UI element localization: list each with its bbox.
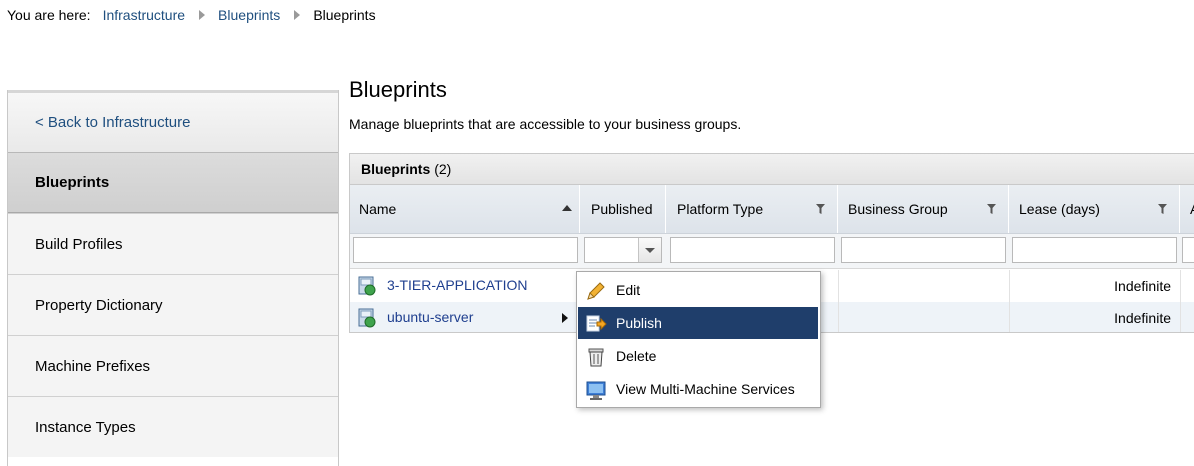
column-header-business-group[interactable]: Business Group xyxy=(839,185,1009,233)
column-header-platform-type-label: Platform Type xyxy=(677,201,764,217)
filter-icon[interactable] xyxy=(987,204,996,214)
chevron-down-icon[interactable] xyxy=(638,238,661,262)
sort-ascending-icon[interactable] xyxy=(562,205,572,211)
column-header-name[interactable]: Name xyxy=(350,185,580,233)
breadcrumb-prefix: You are here: xyxy=(7,7,91,23)
cell-divider xyxy=(1180,302,1181,332)
menu-item-label: View Multi-Machine Services xyxy=(616,381,795,397)
sidebar: < Back to Infrastructure Blueprints Buil… xyxy=(7,90,339,466)
pencil-icon xyxy=(587,282,605,300)
filter-icon[interactable] xyxy=(1158,204,1167,214)
trash-icon xyxy=(588,348,604,367)
grid-title: Blueprints xyxy=(361,161,431,177)
lease-value: Indefinite xyxy=(1114,278,1171,294)
column-header-platform-type[interactable]: Platform Type xyxy=(668,185,838,233)
cell-divider xyxy=(838,302,839,332)
cell-divider xyxy=(1180,270,1181,302)
breadcrumb: You are here: Infrastructure Blueprints … xyxy=(7,7,376,23)
submenu-arrow-icon[interactable] xyxy=(562,313,568,323)
sidebar-item-machine-prefixes[interactable]: Machine Prefixes xyxy=(8,335,338,396)
breadcrumb-current: Blueprints xyxy=(313,7,376,23)
cell-divider xyxy=(1009,302,1010,332)
lease-value: Indefinite xyxy=(1114,310,1171,326)
publish-icon xyxy=(586,315,607,332)
menu-item-edit[interactable]: Edit xyxy=(578,274,818,306)
page-title: Blueprints xyxy=(349,77,447,102)
truncated-filter-input[interactable] xyxy=(1182,237,1194,263)
menu-item-label: Edit xyxy=(616,282,641,298)
name-filter-input[interactable] xyxy=(353,237,578,263)
blueprint-name-link[interactable]: ubuntu-server xyxy=(387,309,473,325)
column-header-lease-days[interactable]: Lease (days) xyxy=(1010,185,1180,233)
filter-icon[interactable] xyxy=(816,204,825,214)
sidebar-item-build-profiles[interactable]: Build Profiles xyxy=(8,213,338,274)
sidebar-item-instance-types[interactable]: Instance Types xyxy=(8,396,338,457)
breadcrumb-infrastructure[interactable]: Infrastructure xyxy=(103,7,185,23)
column-header-published[interactable]: Published xyxy=(582,185,666,233)
grid-header: Blueprints (2) xyxy=(350,154,1194,185)
breadcrumb-separator-icon xyxy=(294,10,301,20)
column-header-lease-days-label: Lease (days) xyxy=(1019,201,1100,217)
column-header-row: Name Published Platform Type Business Gr… xyxy=(350,185,1194,234)
blueprint-icon xyxy=(358,276,376,296)
menu-item-delete[interactable]: Delete xyxy=(578,340,818,372)
menu-item-label: Delete xyxy=(616,348,657,364)
column-header-business-group-label: Business Group xyxy=(848,201,948,217)
column-header-published-label: Published xyxy=(591,201,653,217)
published-filter-select[interactable] xyxy=(584,237,662,263)
cell-divider xyxy=(1009,270,1010,302)
business-group-filter-input[interactable] xyxy=(841,237,1006,263)
grid-count: (2) xyxy=(434,161,452,177)
blueprint-name-link[interactable]: 3-TIER-APPLICATION xyxy=(387,277,528,293)
blueprint-icon xyxy=(358,308,376,328)
breadcrumb-blueprints[interactable]: Blueprints xyxy=(218,7,280,23)
lease-days-filter-input[interactable] xyxy=(1012,237,1177,263)
menu-item-label: Publish xyxy=(616,315,662,331)
menu-item-publish[interactable]: Publish xyxy=(578,307,818,339)
breadcrumb-separator-icon xyxy=(199,10,206,20)
platform-type-filter-input[interactable] xyxy=(670,237,835,263)
column-header-truncated-label: A xyxy=(1190,201,1194,217)
sidebar-item-blueprints[interactable]: Blueprints xyxy=(8,152,338,213)
context-menu: Edit Publish Delete View Multi-Machine S… xyxy=(576,271,821,408)
filter-row xyxy=(350,234,1194,269)
cell-divider xyxy=(838,270,839,302)
column-header-truncated[interactable]: A xyxy=(1181,185,1194,233)
sidebar-item-property-dictionary[interactable]: Property Dictionary xyxy=(8,274,338,335)
column-header-name-label: Name xyxy=(359,201,397,217)
monitor-icon xyxy=(586,381,606,400)
menu-item-view-multi-machine-services[interactable]: View Multi-Machine Services xyxy=(578,373,818,405)
page-description: Manage blueprints that are accessible to… xyxy=(349,116,742,132)
back-to-infrastructure-link[interactable]: < Back to Infrastructure xyxy=(8,90,338,152)
